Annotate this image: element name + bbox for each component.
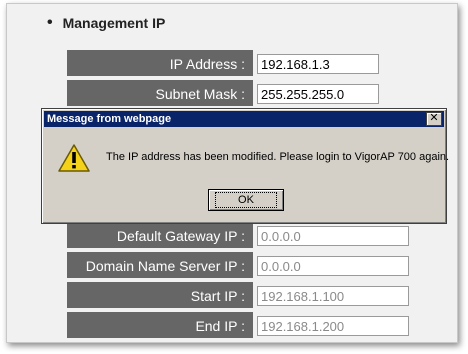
message-dialog: Message from webpage ✕ The IP address ha… — [41, 108, 450, 224]
row-end-ip: End IP : — [67, 311, 457, 341]
ok-button[interactable]: OK — [208, 189, 284, 211]
browser-page: • Management IP IP Address : Subnet Mask… — [6, 3, 458, 343]
dns-server-label: Domain Name Server IP : — [67, 252, 253, 280]
start-ip-label: Start IP : — [67, 282, 253, 310]
dns-server-input[interactable] — [257, 256, 409, 276]
end-ip-label: End IP : — [67, 312, 253, 340]
dialog-titlebar[interactable]: Message from webpage ✕ — [44, 111, 444, 127]
close-button[interactable]: ✕ — [426, 112, 442, 126]
ip-address-input[interactable] — [257, 54, 379, 74]
dialog-message: The IP address has been modified. Please… — [106, 151, 450, 163]
row-default-gateway: Default Gateway IP : — [67, 221, 457, 251]
section-header: • Management IP — [47, 14, 165, 32]
end-ip-input[interactable] — [257, 316, 409, 336]
default-gateway-input[interactable] — [257, 226, 409, 246]
row-ip-address: IP Address : — [67, 49, 457, 79]
ip-address-label: IP Address : — [67, 50, 253, 78]
close-icon: ✕ — [429, 112, 439, 124]
start-ip-input[interactable] — [257, 286, 409, 306]
subnet-mask-label: Subnet Mask : — [67, 80, 253, 108]
row-dns-server: Domain Name Server IP : — [67, 251, 457, 281]
default-gateway-label: Default Gateway IP : — [67, 222, 253, 250]
row-start-ip: Start IP : — [67, 281, 457, 311]
section-title: Management IP — [62, 15, 166, 31]
dialog-title: Message from webpage — [47, 113, 172, 125]
warning-icon — [58, 144, 90, 172]
ok-button-label: OK — [215, 192, 277, 208]
bullet-icon: • — [47, 14, 53, 31]
subnet-mask-input[interactable] — [257, 84, 379, 104]
row-subnet-mask: Subnet Mask : — [67, 79, 457, 109]
